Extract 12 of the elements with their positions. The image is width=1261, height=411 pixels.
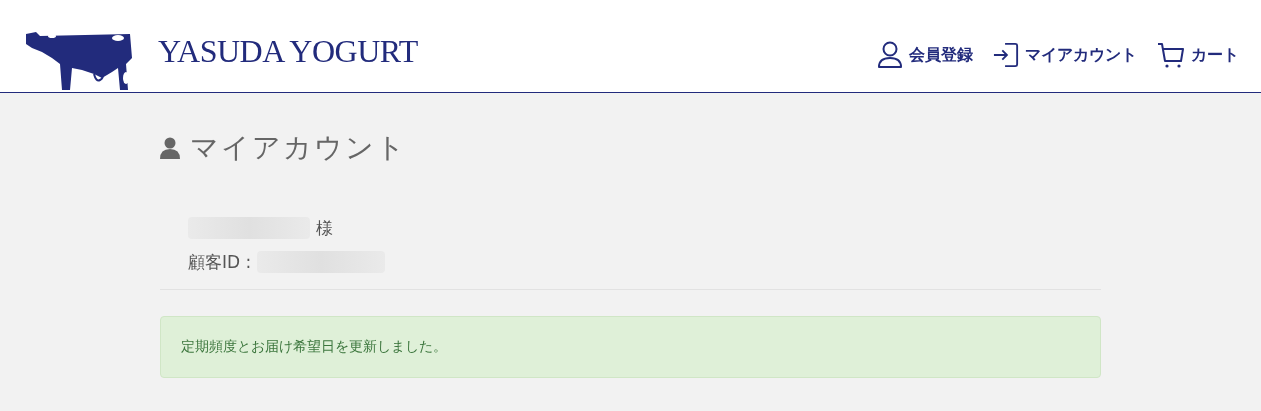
nav-link[interactable]: 会員登録	[877, 41, 973, 69]
person-icon	[160, 137, 180, 159]
nav-link[interactable]: カート	[1157, 41, 1239, 69]
page-title: マイアカウント	[190, 130, 407, 166]
cart-icon	[1157, 41, 1185, 69]
nav-link[interactable]: マイアカウント	[993, 41, 1137, 69]
customer-id-label: 顧客ID :	[188, 250, 252, 274]
sign-in-icon	[993, 42, 1019, 68]
logo-text[interactable]: YASUDA YOGURT	[158, 33, 418, 70]
customer-suffix: 様	[316, 216, 333, 240]
alert-message: 定期頻度とお届け希望日を更新しました。	[181, 338, 447, 356]
person-icon	[877, 41, 903, 69]
